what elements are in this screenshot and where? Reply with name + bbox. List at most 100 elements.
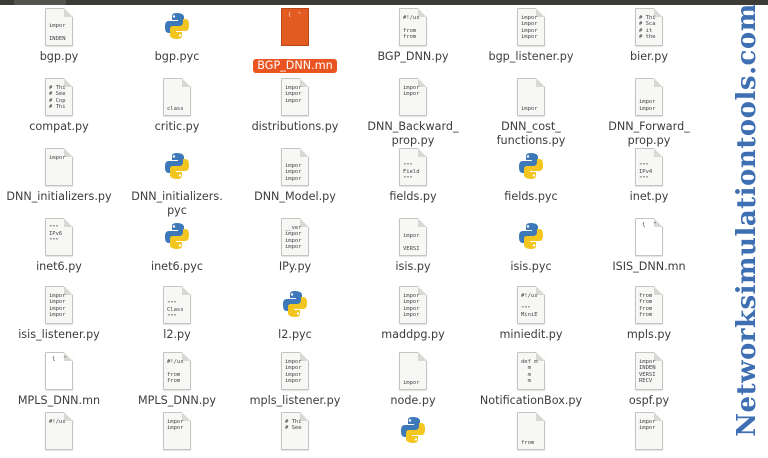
file-item[interactable]: bgp.pyc	[118, 8, 236, 64]
file-item[interactable]: impor impor impor DNN_Model.py	[236, 148, 354, 204]
file-item[interactable]: impor impor impor impor bgp_listener.py	[472, 8, 590, 64]
file-item[interactable]	[354, 412, 472, 454]
file-preview-text: """ IPv4 """	[639, 163, 653, 182]
python-file-icon	[159, 148, 195, 194]
file-item[interactable]: # Thi # Sca # it # the bier.py	[590, 8, 708, 64]
file-item[interactable]: impor DNN_initializers.py	[0, 148, 118, 204]
text-file-icon: # Thi # See # Cop # Thi	[41, 78, 77, 124]
file-item[interactable]: __ver impor impor impor IPy.py	[236, 218, 354, 274]
file-item[interactable]: l2.pyc	[236, 286, 354, 342]
document-sheet: impor impor impor impor	[45, 286, 73, 324]
file-preview-text: impor impor	[167, 419, 184, 432]
python-file-icon	[277, 286, 313, 332]
file-item[interactable]: # Thi # See # Cop # Thi compat.py	[0, 78, 118, 134]
file-item[interactable]: fields.pyc	[472, 148, 590, 204]
file-item[interactable]: isis.pyc	[472, 218, 590, 274]
text-file-icon: """ IPv4 """	[631, 148, 667, 194]
file-item[interactable]: impor impor impor impor maddpg.py	[354, 286, 472, 342]
file-item[interactable]: DNN_initializers. pyc	[118, 148, 236, 218]
file-item[interactable]: def m m m m NotificationBox.py	[472, 352, 590, 408]
file-item[interactable]: #!/us """ MiniE miniedit.py	[472, 286, 590, 342]
file-item[interactable]: # Thi # See	[236, 412, 354, 454]
text-file-icon: class	[159, 78, 195, 124]
document-sheet: # Thi # See	[281, 412, 309, 450]
file-preview-text: { "	[288, 12, 302, 18]
text-file-icon: impor INDEN VERSI RECV	[631, 352, 667, 398]
file-item[interactable]: impor impor DNN_Forward_ prop.py	[590, 78, 708, 148]
file-preview-text: # Thi # See	[285, 419, 302, 432]
text-file-icon: #!/us	[41, 412, 77, 458]
document-sheet: #!/us	[45, 412, 73, 450]
document-sheet: { "	[281, 8, 309, 46]
file-item[interactable]: impor impor	[118, 412, 236, 454]
file-preview-text: { "	[52, 356, 67, 362]
file-item[interactable]: from from from from mpls.py	[590, 286, 708, 342]
document-sheet: impor impor impor impor	[399, 286, 427, 324]
file-name-label: DNN_initializers. pyc	[131, 190, 223, 217]
text-file-icon: impor	[513, 78, 549, 124]
text-file-icon: impor impor	[631, 78, 667, 124]
file-preview-text: from	[521, 439, 535, 446]
file-item[interactable]: { " BGP_DNN.mn	[236, 8, 354, 73]
file-item[interactable]: from	[472, 412, 590, 454]
page-fold	[536, 78, 545, 87]
text-file-icon: impor impor	[395, 78, 431, 124]
file-item[interactable]: impor impor impor impor isis_listener.py	[0, 286, 118, 342]
page-fold	[300, 148, 309, 157]
file-item[interactable]: impor VERSI isis.py	[354, 218, 472, 274]
file-item[interactable]: impor INDEN bgp.py	[0, 8, 118, 64]
document-sheet: """ IPv6 """	[45, 218, 73, 256]
text-file-icon: __ver impor impor impor	[277, 218, 313, 264]
file-name-label: BGP_DNN.mn	[253, 59, 337, 73]
watermark: Networksimulationtools.com	[728, 3, 766, 436]
file-item[interactable]: #!/us from from MPLS_DNN.py	[118, 352, 236, 408]
text-file-icon: impor impor	[159, 412, 195, 458]
file-item[interactable]: impor impor	[590, 412, 708, 454]
file-preview-text: # Thi # Sca # it # the	[639, 15, 656, 40]
text-file-icon: #!/us from from	[159, 352, 195, 398]
document-sheet: impor impor	[635, 78, 663, 116]
file-item[interactable]: impor impor DNN_Backward_ prop.py	[354, 78, 472, 148]
file-item[interactable]: #!/us	[0, 412, 118, 454]
file-item[interactable]: """ Field """ fields.py	[354, 148, 472, 204]
document-sheet: impor	[45, 148, 73, 186]
file-item[interactable]: { " MPLS_DNN.mn	[0, 352, 118, 408]
page-fold	[418, 148, 427, 157]
document-sheet: impor INDEN	[45, 8, 73, 46]
file-item[interactable]: impor impor impor distributions.py	[236, 78, 354, 134]
document-sheet: #!/us from from	[399, 8, 427, 46]
file-item[interactable]: inet6.pyc	[118, 218, 236, 274]
file-preview-text: impor INDEN VERSI RECV	[639, 359, 656, 384]
file-item[interactable]: { " ISIS_DNN.mn	[590, 218, 708, 274]
watermark-text: Networksimulationtools.com	[732, 3, 762, 437]
file-item[interactable]: """ IPv4 """ inet.py	[590, 148, 708, 204]
page-fold	[182, 78, 191, 87]
text-file-icon: { "	[631, 218, 667, 264]
file-item[interactable]: """ Class """ l2.py	[118, 286, 236, 342]
file-preview-text: #!/us from from	[167, 359, 184, 384]
file-item[interactable]: impor impor impor impor mpls_listener.py	[236, 352, 354, 408]
python-file-icon	[159, 218, 195, 264]
text-file-icon: from	[513, 412, 549, 458]
document-sheet: #!/us """ MiniE	[517, 286, 545, 324]
file-preview-text: #!/us	[49, 419, 66, 425]
document-sheet: """ IPv4 """	[635, 148, 663, 186]
document-sheet: __ver impor impor impor	[281, 218, 309, 256]
file-item[interactable]: impor node.py	[354, 352, 472, 408]
file-preview-text: impor impor impor impor	[403, 293, 420, 318]
document-sheet: # Thi # Sca # it # the	[635, 8, 663, 46]
text-file-icon: impor	[395, 352, 431, 398]
file-item[interactable]: class critic.py	[118, 78, 236, 134]
page-fold	[536, 412, 545, 421]
python-logo-icon	[282, 290, 308, 318]
file-item[interactable]: impor INDEN VERSI RECV ospf.py	[590, 352, 708, 408]
file-preview-text: from from from from	[639, 293, 653, 318]
document-sheet: impor VERSI	[399, 218, 427, 256]
file-item[interactable]: impor DNN_cost_ functions.py	[472, 78, 590, 148]
text-file-icon: impor impor impor	[277, 78, 313, 124]
page-fold	[418, 218, 427, 227]
file-preview-text: """ IPv6 """	[49, 225, 63, 244]
document-sheet: impor impor	[163, 412, 191, 450]
file-item[interactable]: #!/us from from BGP_DNN.py	[354, 8, 472, 64]
file-item[interactable]: """ IPv6 """ inet6.py	[0, 218, 118, 274]
